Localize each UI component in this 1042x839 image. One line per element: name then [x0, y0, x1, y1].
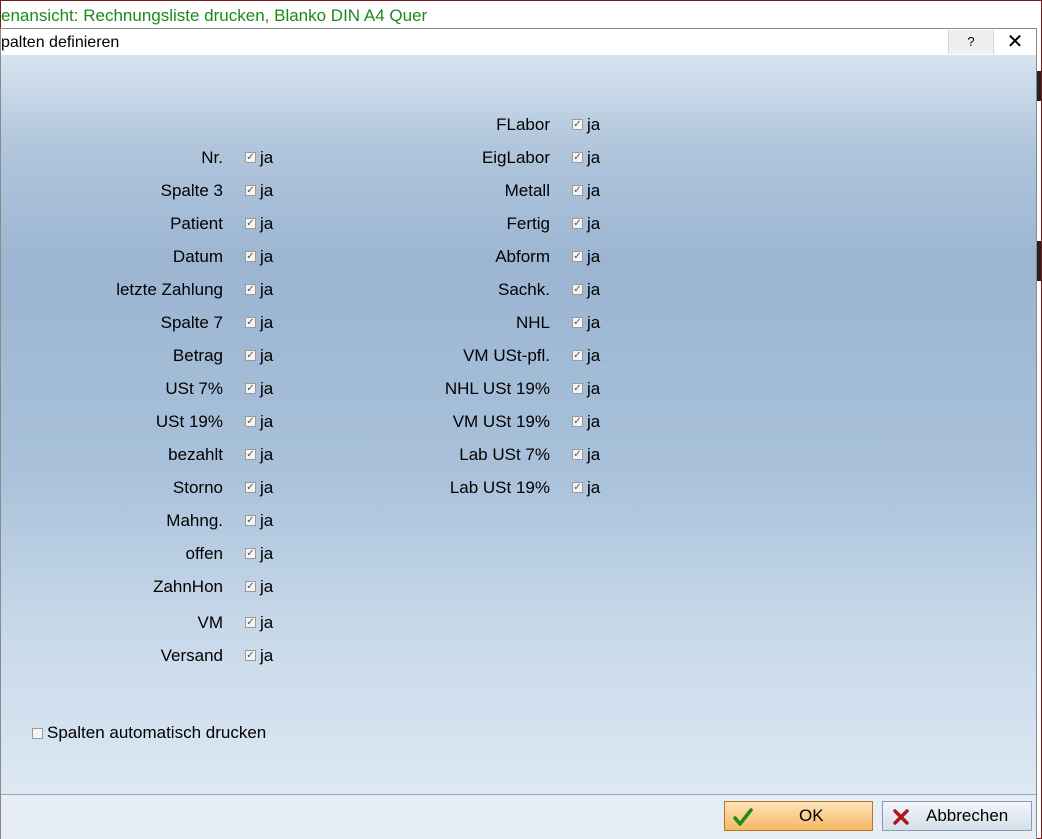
close-button[interactable]: ✕: [993, 30, 1037, 54]
column-value: ja: [587, 478, 601, 497]
column-value: ja: [587, 214, 601, 233]
column-row: Fertig ✓ ja: [1, 213, 627, 235]
column-checkbox[interactable]: ✓: [572, 152, 583, 163]
x-mark-icon: [893, 809, 909, 825]
cancel-label: Abbrechen: [926, 806, 1009, 825]
columns-dialog: palten definieren ? ✕ Nr. ✓ ja Spalte 3 ✓ ja P…: [0, 28, 1037, 839]
column-value: ja: [587, 379, 601, 398]
background-window-edge: [1037, 71, 1041, 101]
column-row: VM ✓ ja: [1, 612, 300, 634]
column-label: VM USt-pfl.: [463, 346, 550, 365]
column-value: ja: [587, 346, 601, 365]
column-value: ja: [587, 115, 601, 134]
ok-button[interactable]: OK: [724, 801, 873, 831]
column-checkbox[interactable]: ✓: [572, 449, 583, 460]
column-label: VM: [197, 613, 224, 632]
column-label: Mahng.: [166, 511, 223, 530]
column-row: Lab USt 7% ✓ ja: [1, 444, 627, 466]
auto-print-label: Spalten automatisch drucken: [47, 723, 267, 742]
column-value: ja: [587, 412, 601, 431]
column-label: Lab USt 19%: [449, 478, 550, 497]
column-checkbox[interactable]: ✓: [245, 617, 256, 628]
column-value: ja: [260, 646, 274, 665]
dialog-titlebar: palten definieren ? ✕: [1, 29, 1036, 55]
column-label: Fertig: [506, 214, 550, 233]
column-checkbox[interactable]: ✓: [572, 383, 583, 394]
column-checkbox[interactable]: ✓: [572, 284, 583, 295]
column-value: ja: [587, 148, 601, 167]
column-checkbox[interactable]: ✓: [245, 650, 256, 661]
column-row: NHL ✓ ja: [1, 312, 627, 334]
column-row: offen ✓ ja: [1, 543, 300, 565]
column-label: Lab USt 7%: [459, 445, 550, 464]
column-checkbox[interactable]: ✓: [572, 185, 583, 196]
column-label: VM USt 19%: [452, 412, 550, 431]
ok-label: OK: [799, 806, 824, 825]
column-label: Abform: [495, 247, 550, 266]
column-value: ja: [587, 181, 601, 200]
column-value: ja: [260, 613, 274, 632]
background-window-title: enansicht: Rechnungsliste drucken, Blank…: [1, 6, 428, 25]
check-icon: [733, 808, 753, 826]
column-row: Versand ✓ ja: [1, 645, 300, 667]
column-label: Sachk.: [498, 280, 550, 299]
column-row: EigLabor ✓ ja: [1, 147, 627, 169]
column-label: Metall: [504, 181, 550, 200]
column-label: EigLabor: [481, 148, 550, 167]
column-row: Metall ✓ ja: [1, 180, 627, 202]
column-value: ja: [587, 313, 601, 332]
column-value: ja: [587, 445, 601, 464]
column-row: FLabor ✓ ja: [1, 114, 627, 136]
dialog-footer: OK Abbrechen: [1, 794, 1036, 839]
column-row: Abform ✓ ja: [1, 246, 627, 268]
column-value: ja: [260, 577, 274, 596]
auto-print-checkbox[interactable]: [32, 728, 43, 739]
auto-print-row[interactable]: Spalten automatisch drucken: [31, 722, 351, 744]
column-checkbox[interactable]: ✓: [572, 251, 583, 262]
column-row: VM USt 19% ✓ ja: [1, 411, 627, 433]
dialog-client-area: Nr. ✓ ja Spalte 3 ✓ ja Patient ✓ ja Datum ✓ ja letzt…: [1, 55, 1036, 794]
column-value: ja: [260, 511, 274, 530]
column-row: NHL USt 19% ✓ ja: [1, 378, 627, 400]
column-value: ja: [587, 280, 601, 299]
column-row: Lab USt 19% ✓ ja: [1, 477, 627, 499]
column-label: FLabor: [496, 115, 550, 134]
column-checkbox[interactable]: ✓: [572, 317, 583, 328]
column-checkbox[interactable]: ✓: [245, 581, 256, 592]
column-checkbox[interactable]: ✓: [572, 350, 583, 361]
column-checkbox[interactable]: ✓: [572, 218, 583, 229]
column-row: Mahng. ✓ ja: [1, 510, 300, 532]
column-checkbox[interactable]: ✓: [572, 119, 583, 130]
column-value: ja: [260, 544, 274, 563]
dialog-title: palten definieren: [1, 34, 120, 51]
column-label: offen: [185, 544, 223, 563]
column-row: Sachk. ✓ ja: [1, 279, 627, 301]
column-label: NHL USt 19%: [444, 379, 550, 398]
column-label: NHL: [515, 313, 550, 332]
help-button[interactable]: ?: [948, 30, 994, 54]
column-checkbox[interactable]: ✓: [572, 482, 583, 493]
background-window-edge: [1037, 241, 1041, 281]
cancel-button[interactable]: Abbrechen: [882, 801, 1032, 831]
column-checkbox[interactable]: ✓: [245, 548, 256, 559]
column-checkbox[interactable]: ✓: [572, 416, 583, 427]
column-row: ZahnHon ✓ ja: [1, 576, 300, 598]
column-value: ja: [587, 247, 601, 266]
column-label: Versand: [160, 646, 223, 665]
column-label: ZahnHon: [153, 577, 223, 596]
column-row: VM USt-pfl. ✓ ja: [1, 345, 627, 367]
column-checkbox[interactable]: ✓: [245, 515, 256, 526]
